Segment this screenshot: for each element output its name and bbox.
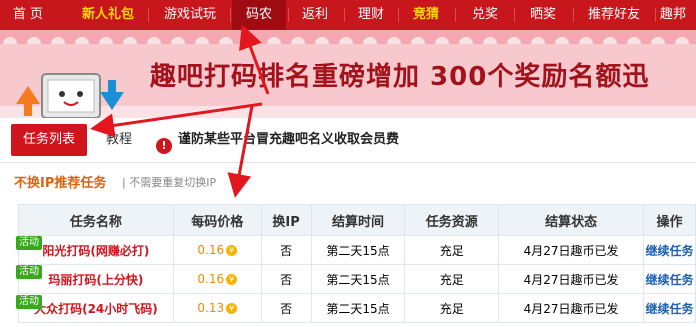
coin-icon: ¥ (226, 245, 238, 256)
nav-item-rebate[interactable]: 返利 (290, 0, 340, 30)
price-cell: 0.13 ¥ (172, 293, 262, 323)
task-table: 任务名称 每码价格 换IP 结算时间 任务资源 结算状态 操作 阳光打码(网赚必… (18, 204, 696, 323)
settle-status-cell: 4月27日趣币已发 (498, 264, 644, 294)
nav-item-newbie-gift[interactable]: 新人礼包 (70, 0, 146, 30)
price-value: 0.16 (197, 243, 225, 257)
nav-item-qubang[interactable]: 趣邦 (660, 0, 696, 30)
tab-task-list[interactable]: 任务列表 (11, 124, 87, 156)
nav-item-coder[interactable]: 码农 (232, 0, 286, 30)
nav-item-showcase[interactable]: 晒奖 (516, 0, 570, 30)
nav-divider (288, 8, 289, 22)
table-header-row: 任务名称 每码价格 换IP 结算时间 任务资源 结算状态 操作 (18, 204, 696, 236)
nav-divider (398, 8, 399, 22)
coin-icon: ¥ (226, 274, 238, 285)
continue-task-link[interactable]: 继续任务 (642, 293, 696, 323)
nav-item-refer-friends[interactable]: 推荐好友 (576, 0, 652, 30)
continue-task-link[interactable]: 继续任务 (642, 235, 696, 265)
table-row: 大众打码(24小时飞码) 0.13 ¥ 否 第二天15点 充足 4月27日趣币已发… (18, 293, 696, 323)
price-value: 0.16 (197, 272, 225, 286)
promo-banner[interactable]: 趣吧打码排名重磅增加 300个奖励名额迅 (0, 30, 696, 118)
table-row: 阳光打码(网赚必打) 0.16 ¥ 否 第二天15点 充足 4月27日趣币已发 继… (18, 235, 696, 265)
nav-item-home[interactable]: 首 页 (0, 0, 56, 30)
nav-divider (148, 8, 149, 22)
nav-divider (655, 8, 656, 22)
col-header-settle-status: 结算状态 (498, 204, 644, 236)
change-ip-cell: 否 (260, 293, 312, 323)
nav-item-redeem[interactable]: 兑奖 (458, 0, 512, 30)
nav-divider (573, 8, 574, 22)
warning-icon: ! (156, 138, 172, 154)
top-nav: 首 页 新人礼包 游戏试玩 码农 返利 理财 竞猜 兑奖 晒奖 推荐好友 趣邦 (0, 0, 696, 30)
settle-status-cell: 4月27日趣币已发 (498, 293, 644, 323)
col-header-resource: 任务资源 (404, 204, 500, 236)
col-header-action: 操作 (642, 204, 696, 236)
settle-time-cell: 第二天15点 (310, 264, 406, 294)
computer-mascot-icon (16, 73, 124, 118)
continue-task-link[interactable]: 继续任务 (642, 264, 696, 294)
price-value: 0.13 (197, 301, 225, 315)
nav-divider (344, 8, 345, 22)
activity-badge: 活动 (16, 236, 42, 250)
resource-cell: 充足 (404, 293, 500, 323)
activity-badge: 活动 (16, 265, 42, 279)
col-header-change-ip: 换IP (260, 204, 312, 236)
resource-cell: 充足 (404, 264, 500, 294)
col-header-price: 每码价格 (172, 204, 262, 236)
banner-headline: 趣吧打码排名重磅增加 300个奖励名额迅 (150, 62, 650, 92)
notice-text[interactable]: 谨防某些平台冒充趣吧名义收取会员费 (178, 124, 399, 156)
section-subtitle: | 不需要重复切换IP (122, 176, 217, 189)
col-header-task-name: 任务名称 (18, 204, 174, 236)
nav-item-finance[interactable]: 理财 (346, 0, 396, 30)
banner-scallop-decoration (3, 37, 689, 44)
change-ip-cell: 否 (260, 235, 312, 265)
nav-item-quiz[interactable]: 竞猜 (400, 0, 452, 30)
change-ip-cell: 否 (260, 264, 312, 294)
col-header-settle-time: 结算时间 (310, 204, 406, 236)
tab-tutorial[interactable]: 教程 (106, 124, 132, 156)
settle-status-cell: 4月27日趣币已发 (498, 235, 644, 265)
price-cell: 0.16 ¥ (172, 264, 262, 294)
price-cell: 0.16 ¥ (172, 235, 262, 265)
table-row: 玛丽打码(上分快) 0.16 ¥ 否 第二天15点 充足 4月27日趣币已发 继续… (18, 264, 696, 294)
resource-cell: 充足 (404, 235, 500, 265)
nav-divider (514, 8, 515, 22)
settle-time-cell: 第二天15点 (310, 235, 406, 265)
nav-divider (455, 8, 456, 22)
nav-item-game-trial[interactable]: 游戏试玩 (152, 0, 228, 30)
nav-divider (230, 8, 231, 22)
coin-icon: ¥ (226, 303, 238, 314)
activity-badge: 活动 (16, 295, 42, 309)
settle-time-cell: 第二天15点 (310, 293, 406, 323)
section-title: 不换IP推荐任务 (14, 176, 107, 191)
